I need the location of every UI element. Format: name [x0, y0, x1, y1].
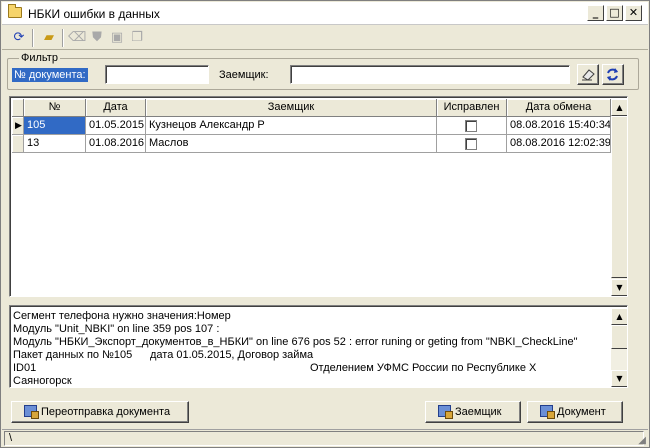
- row-2-fixed[interactable]: [437, 135, 507, 153]
- grid-scrollbar[interactable]: ▲ ▼: [611, 99, 627, 296]
- close-button[interactable]: ✕: [625, 5, 642, 21]
- memo-line: Модуль "Unit_NBKI" on line 359 pos 107 :: [13, 323, 220, 335]
- maximize-button[interactable]: □: [606, 5, 623, 21]
- memo-line: дата 01.05.2015, Договор займа: [150, 349, 314, 361]
- errors-grid[interactable]: № Дата Заемщик Исправлен Дата обмена ▶ 1…: [9, 96, 628, 297]
- memo-line: ID01: [13, 362, 37, 374]
- column-header-exchange-date[interactable]: Дата обмена: [507, 99, 611, 117]
- row-indicator-icon: ▶: [12, 117, 24, 135]
- status-bar: \ ◢: [2, 429, 648, 447]
- apply-filter-button[interactable]: [602, 64, 624, 85]
- window-title: НБКИ ошибки в данных: [28, 7, 160, 21]
- resend-document-button[interactable]: Переотправка документа: [11, 401, 189, 423]
- borrower-button-label: Заемщик: [455, 406, 502, 418]
- main-window: НБКИ ошибки в данных _ □ ✕ ⟳ ▰ ⌫ ⛊ ▣ ❐ Ф…: [0, 0, 650, 448]
- document-number-label: № документа:: [12, 68, 88, 82]
- clear-filter-button[interactable]: [577, 64, 599, 85]
- memo-line: Сегмент телефона нужно значения:Номер: [13, 310, 231, 322]
- copy-icon[interactable]: ❐: [128, 29, 146, 47]
- row-1-borrower[interactable]: Кузнецов Александр Р: [146, 117, 437, 135]
- memo-line: Пакет данных по №105: [13, 349, 133, 361]
- column-header-fixed[interactable]: Исправлен: [437, 99, 507, 117]
- memo-scrollbar[interactable]: ▲ ▼: [611, 308, 627, 387]
- document-number-input[interactable]: [105, 65, 209, 84]
- row-1-date[interactable]: 01.05.2015: [86, 117, 146, 135]
- database-icon: [24, 405, 39, 420]
- toolbar: ⟳ ▰ ⌫ ⛊ ▣ ❐: [2, 26, 648, 50]
- memo-line: Модуль "НБКИ_Экспорт_документов_в_НБКИ" …: [13, 336, 578, 348]
- scroll-down-icon[interactable]: ▼: [611, 370, 627, 387]
- row-2-date[interactable]: 01.08.2016: [86, 135, 146, 153]
- open-folder-icon[interactable]: ▰: [40, 29, 58, 47]
- error-details-memo[interactable]: Сегмент телефона нужно значения:Номер Мо…: [9, 305, 628, 388]
- document-button-label: Документ: [557, 406, 606, 418]
- borrower-filter-input[interactable]: [290, 65, 570, 84]
- scroll-thumb[interactable]: [611, 325, 627, 349]
- scroll-down-icon[interactable]: ▼: [611, 279, 627, 296]
- title-bar[interactable]: НБКИ ошибки в данных _ □ ✕: [2, 2, 648, 25]
- folder-icon: [8, 4, 22, 18]
- column-header-date[interactable]: Дата: [86, 99, 146, 117]
- minimize-button[interactable]: _: [587, 5, 604, 21]
- stamp-icon[interactable]: ⛊: [88, 29, 106, 47]
- resize-grip-icon[interactable]: ◢: [638, 435, 646, 446]
- scroll-up-icon[interactable]: ▲: [611, 99, 627, 116]
- row-2-borrower[interactable]: Маслов: [146, 135, 437, 153]
- resend-document-label: Переотправка документа: [41, 406, 171, 418]
- row-2-number[interactable]: 13: [24, 135, 86, 153]
- document-button[interactable]: Документ: [527, 401, 623, 423]
- scroll-up-icon[interactable]: ▲: [611, 308, 627, 325]
- scroll-thumb[interactable]: [611, 116, 627, 278]
- borrower-button[interactable]: Заемщик: [425, 401, 521, 423]
- memo-line: Отделением УФМС России по Республике Х: [310, 362, 537, 374]
- borrower-filter-label: Заемщик:: [219, 69, 269, 81]
- disk-flag-icon[interactable]: ▣: [108, 29, 126, 47]
- eraser-icon[interactable]: ⌫: [68, 29, 86, 47]
- fixed-checkbox[interactable]: [465, 138, 477, 150]
- row-indicator: [12, 135, 24, 153]
- database-icon: [540, 405, 555, 420]
- refresh-icon: [607, 68, 618, 81]
- row-1-fixed[interactable]: [437, 117, 507, 135]
- grid-corner: [12, 99, 24, 117]
- column-header-number[interactable]: №: [24, 99, 86, 117]
- row-2-exchange-date[interactable]: 08.08.2016 12:02:39: [507, 135, 611, 153]
- eraser-icon: [582, 69, 595, 81]
- refresh-icon[interactable]: ⟳: [10, 29, 28, 47]
- filter-legend: Фильтр: [19, 52, 60, 64]
- status-text: \: [4, 431, 644, 446]
- toolbar-separator: [32, 29, 34, 47]
- memo-line: Саяногорск: [13, 375, 72, 387]
- row-1-exchange-date[interactable]: 08.08.2016 15:40:34: [507, 117, 611, 135]
- fixed-checkbox[interactable]: [465, 120, 477, 132]
- column-header-borrower[interactable]: Заемщик: [146, 99, 437, 117]
- database-icon: [438, 405, 453, 420]
- toolbar-separator: [62, 29, 64, 47]
- row-1-number[interactable]: 105: [24, 117, 86, 135]
